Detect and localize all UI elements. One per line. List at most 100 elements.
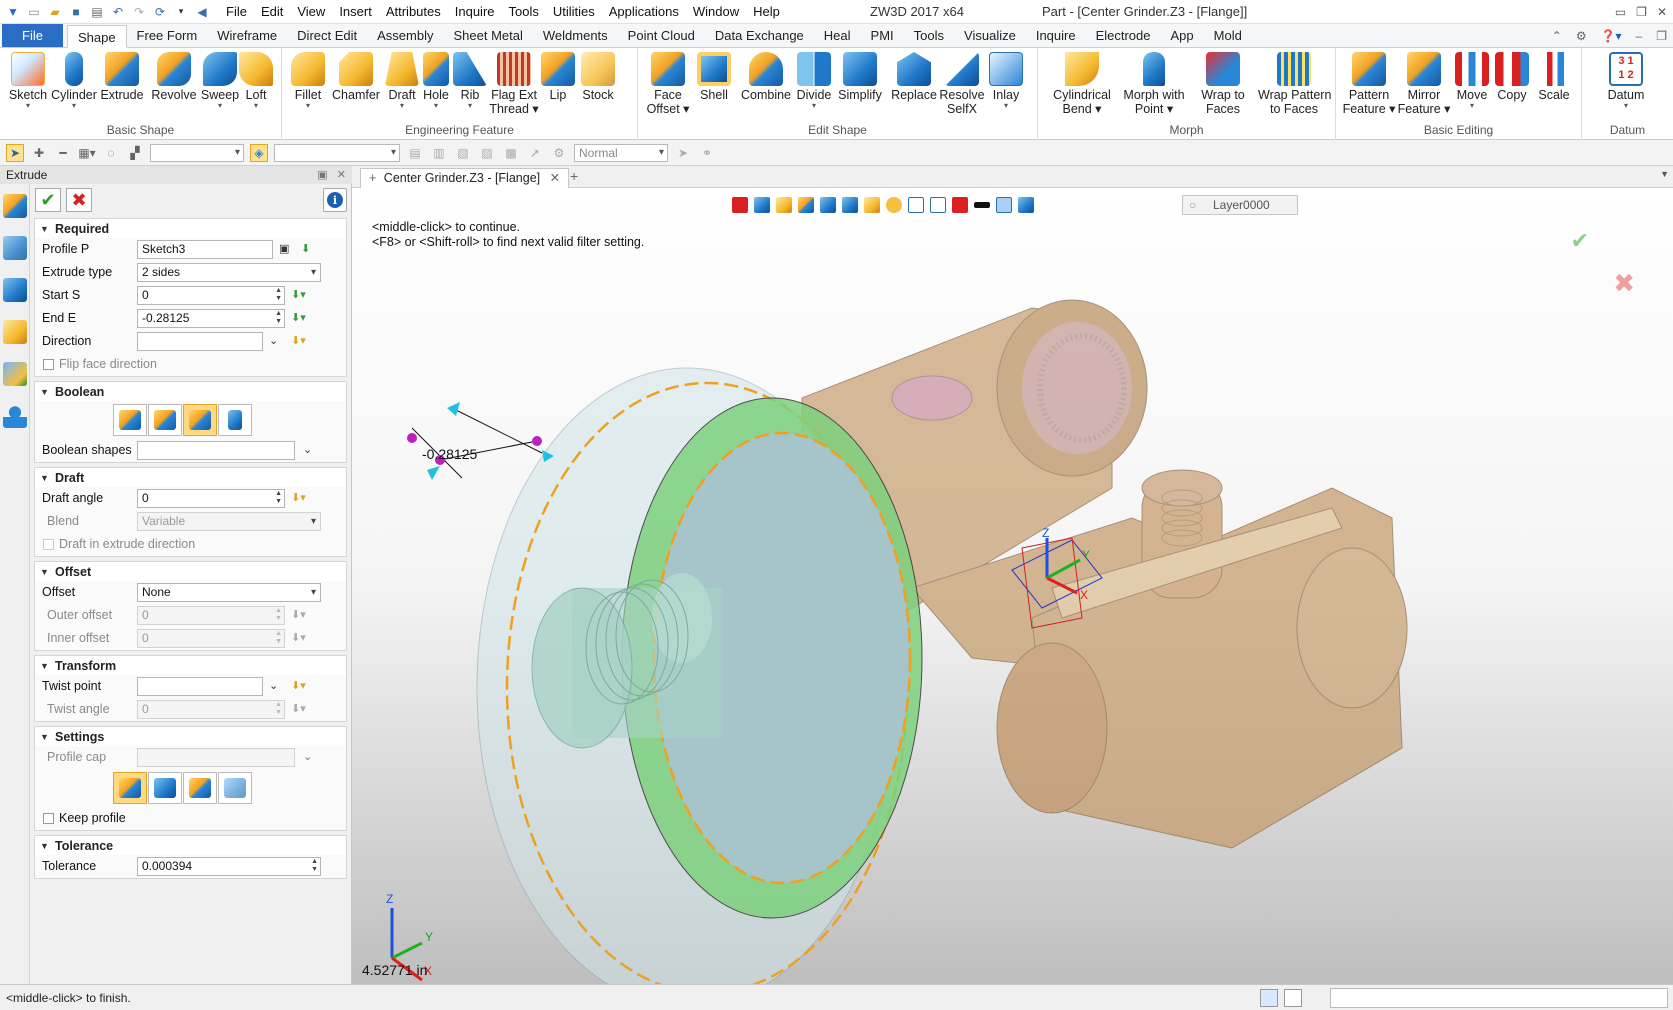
section-header-offset[interactable]: Offset <box>34 561 347 582</box>
collapse-ribbon-icon[interactable]: ⌃ <box>1552 24 1562 48</box>
morph-with-point-button[interactable]: Morph with Point ▾ <box>1122 52 1186 116</box>
settings-gear-icon[interactable]: ⚙ <box>1576 24 1587 48</box>
open-folder-icon[interactable]: ▰ <box>46 3 64 21</box>
filter-combo[interactable] <box>150 143 244 162</box>
select-pointer-icon[interactable]: ➤ <box>6 143 24 162</box>
stock-button[interactable]: Stock <box>572 52 624 102</box>
profile-cap-expand-icon[interactable]: ⌄ <box>303 750 319 764</box>
sketch-button[interactable]: Sketch ▾ <box>2 52 54 110</box>
twist-expand-icon[interactable]: ⌄ <box>269 679 285 693</box>
direction-input[interactable] <box>137 332 263 351</box>
back-arrow-icon[interactable]: ◀ <box>193 3 211 21</box>
feature-panel-icon[interactable] <box>3 194 27 218</box>
section-header-boolean[interactable]: Boolean <box>34 381 347 402</box>
direction-expand-icon[interactable]: ⌄ <box>269 334 285 348</box>
end-input[interactable]: -0.28125 ▲ ▼ <box>137 309 285 328</box>
base-boolean-button[interactable] <box>113 404 147 436</box>
section-header-required[interactable]: Required <box>34 218 347 239</box>
menu-applications[interactable]: Applications <box>602 0 686 24</box>
pattern-feature-button[interactable]: Pattern Feature ▾ <box>1340 52 1398 116</box>
snap-cursor-icon[interactable]: ➚ <box>526 144 544 162</box>
panel-pin-icon[interactable]: ▣ <box>317 169 327 181</box>
section-header-settings[interactable]: Settings <box>34 726 347 747</box>
pick-combo[interactable] <box>274 143 400 162</box>
undo-icon[interactable]: ↶ <box>109 3 127 21</box>
combine-button[interactable]: Combine <box>740 52 792 102</box>
tolerance-input[interactable]: 0.000394 ▲ ▼ <box>137 857 321 876</box>
cylinder-button[interactable]: Cylinder ▾ <box>48 52 100 110</box>
tab-weldments[interactable]: Weldments <box>533 24 618 47</box>
simplify-button[interactable]: Simplify <box>834 52 886 102</box>
add-boolean-button[interactable] <box>148 404 182 436</box>
tab-visualize[interactable]: Visualize <box>954 24 1026 47</box>
3d-viewport[interactable]: Layer0000 <middle-click> to continue. <F… <box>352 188 1673 984</box>
cap-none-button[interactable] <box>218 772 252 804</box>
snap-face-icon[interactable]: ▨ <box>478 144 496 162</box>
boolean-shapes-input[interactable] <box>137 441 295 460</box>
tab-direct-edit[interactable]: Direct Edit <box>287 24 367 47</box>
intersect-boolean-button[interactable] <box>218 404 252 436</box>
tab-close-icon[interactable]: ✕ <box>550 171 560 185</box>
doc-restore-icon[interactable]: ❐ <box>1656 24 1667 48</box>
new-tab-icon[interactable]: + <box>570 168 578 184</box>
tab-heal[interactable]: Heal <box>814 24 861 47</box>
tab-mold[interactable]: Mold <box>1204 24 1252 47</box>
info-button[interactable]: i <box>323 188 347 212</box>
fillet-button[interactable]: Fillet ▾ <box>282 52 334 110</box>
tolerance-spinner[interactable]: ▲ ▼ <box>311 858 318 874</box>
assembly-tree-icon[interactable] <box>3 278 27 302</box>
extrude-type-select[interactable]: 2 sides <box>137 263 321 282</box>
dimension-label[interactable]: -0.28125 <box>422 446 477 462</box>
style-gear-icon[interactable]: ⚙ <box>550 144 568 162</box>
datum-button[interactable]: 3 11 2 Datum ▾ <box>1600 52 1652 110</box>
close-icon[interactable]: ✕ <box>1657 0 1667 24</box>
save-icon[interactable]: ■ <box>67 3 85 21</box>
tab-inquire[interactable]: Inquire <box>1026 24 1086 47</box>
pick-target-icon[interactable]: ◈ <box>250 143 268 162</box>
profile-field[interactable]: Sketch3 <box>137 240 273 259</box>
wrap-to-faces-button[interactable]: Wrap to Faces <box>1196 52 1250 116</box>
tab-file[interactable]: File <box>2 24 63 47</box>
end-pick-icon[interactable]: ⬇▾ <box>291 311 307 325</box>
menu-window[interactable]: Window <box>686 0 746 24</box>
boolean-expand-icon[interactable]: ⌄ <box>303 443 319 457</box>
snap-point-icon[interactable]: ▥ <box>430 144 448 162</box>
menu-inquire[interactable]: Inquire <box>448 0 502 24</box>
scale-button[interactable]: Scale <box>1528 52 1580 102</box>
loft-button[interactable]: Loft ▾ <box>230 52 282 110</box>
draft-pick-icon[interactable]: ⬇▾ <box>291 491 307 505</box>
remove-filter-icon[interactable]: ━ <box>54 144 72 162</box>
end-spinner[interactable]: ▲ ▼ <box>275 310 282 326</box>
tab-free-form[interactable]: Free Form <box>127 24 208 47</box>
new-file-icon[interactable]: ▭ <box>25 3 43 21</box>
shell-button[interactable]: Shell <box>688 52 740 102</box>
extrude-button[interactable]: Extrude <box>96 52 148 102</box>
face-offset-button[interactable]: Face Offset ▾ <box>642 52 694 116</box>
twist-pick-icon[interactable]: ⬇▾ <box>291 679 307 693</box>
refresh-icon[interactable]: ⟳ <box>151 3 169 21</box>
cancel-button[interactable]: ✖ <box>66 188 92 212</box>
chamfer-button[interactable]: Chamfer <box>330 52 382 102</box>
doc-minimize-icon[interactable]: – <box>1636 24 1643 48</box>
document-tab[interactable]: + Center Grinder.Z3 - [Flange] ✕ <box>360 168 570 188</box>
inlay-button[interactable]: Inlay ▾ <box>980 52 1032 110</box>
lasso-icon[interactable]: ◌ <box>102 144 120 162</box>
filter-icon[interactable]: ▞ <box>126 144 144 162</box>
tab-data-exchange[interactable]: Data Exchange <box>705 24 814 47</box>
flip-checkbox[interactable] <box>43 359 54 370</box>
menu-file[interactable]: File <box>219 0 254 24</box>
twist-point-input[interactable] <box>137 677 263 696</box>
revolve-button[interactable]: Revolve <box>148 52 200 102</box>
menu-edit[interactable]: Edit <box>254 0 290 24</box>
status-list-icon[interactable] <box>1284 989 1302 1007</box>
tab-point-cloud[interactable]: Point Cloud <box>618 24 705 47</box>
command-input[interactable] <box>1330 988 1668 1008</box>
pointer-gray-icon[interactable]: ➤ <box>674 144 692 162</box>
tab-electrode[interactable]: Electrode <box>1086 24 1161 47</box>
cylindrical-bend-button[interactable]: Cylindrical Bend ▾ <box>1050 52 1114 116</box>
tab-shape[interactable]: Shape <box>66 25 127 48</box>
minimize-icon[interactable]: ▭ <box>1615 0 1626 24</box>
customize-dropdown-icon[interactable]: ▾ <box>172 3 190 21</box>
cap-start-button[interactable] <box>148 772 182 804</box>
section-header-transform[interactable]: Transform <box>34 655 347 676</box>
